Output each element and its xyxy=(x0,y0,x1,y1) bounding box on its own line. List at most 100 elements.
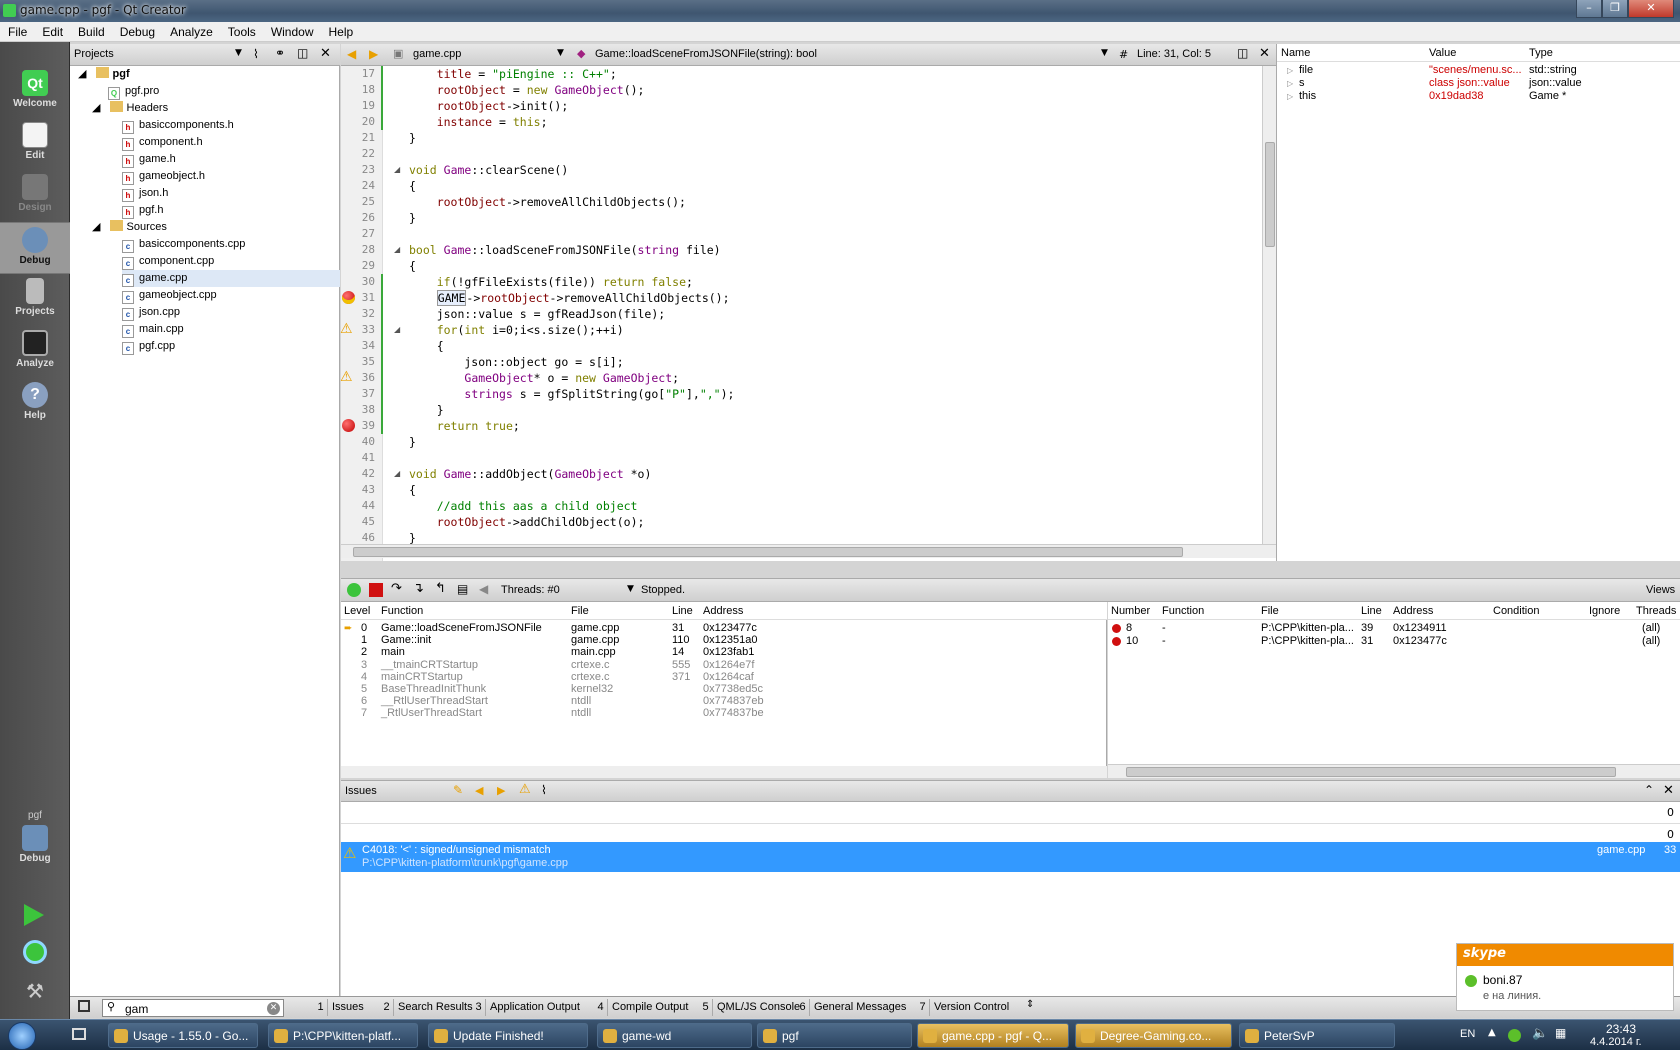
run-button[interactable] xyxy=(24,904,44,926)
code-line[interactable]: } xyxy=(409,130,416,146)
tree-item-source[interactable]: c basiccomponents.cpp xyxy=(122,236,245,253)
col-ignore[interactable]: Ignore xyxy=(1589,602,1620,620)
code-line[interactable]: void Game::addObject(GameObject *o) xyxy=(409,466,651,482)
dropdown-arrow-icon[interactable]: ▼ xyxy=(557,48,564,58)
language-indicator[interactable]: EN xyxy=(1460,1028,1475,1040)
code-line[interactable]: GameObject* o = new GameObject; xyxy=(409,370,679,386)
step-out-icon[interactable]: ↰ xyxy=(435,581,446,596)
stack-frame-row[interactable]: 6 __RtlUserThreadStart ntdll 0x774837eb xyxy=(341,695,1107,708)
code-line[interactable]: } xyxy=(409,402,444,418)
clear-issues-icon[interactable]: ✎ xyxy=(453,783,463,797)
mode-welcome[interactable]: Qt Welcome xyxy=(0,66,70,118)
views-menu[interactable]: Views xyxy=(1646,584,1675,596)
threads-selector[interactable]: Threads: #0 xyxy=(501,584,560,596)
tree-item-header[interactable]: h json.h xyxy=(122,185,168,202)
taskbar-task[interactable]: game.cpp - pgf - Q... xyxy=(917,1023,1069,1048)
local-row[interactable]: ▷ s class json::value json::value xyxy=(1277,77,1680,90)
stack-frame-row[interactable]: 4 mainCRTStartup crtexe.c 371 0x1264caf xyxy=(341,671,1107,684)
code-line[interactable]: rootObject->removeAllChildObjects(); xyxy=(409,194,686,210)
symbol-selector[interactable]: Game::loadSceneFromJSONFile(string): boo… xyxy=(595,48,817,60)
taskbar-task[interactable]: Usage - 1.55.0 - Go... xyxy=(108,1023,258,1048)
projects-view-selector[interactable]: Projects xyxy=(74,48,114,60)
mode-edit[interactable]: Edit xyxy=(0,118,70,170)
mode-design[interactable]: Design xyxy=(0,170,70,222)
horizontal-scrollbar[interactable] xyxy=(1108,764,1680,778)
taskbar-task[interactable]: pgf xyxy=(757,1023,912,1048)
tree-item-header[interactable]: h gameobject.h xyxy=(122,168,205,185)
menu-analyze[interactable]: Analyze xyxy=(162,22,220,39)
cursor-position[interactable]: Line: 31, Col: 5 xyxy=(1137,48,1211,60)
code-line[interactable]: bool Game::loadSceneFromJSONFile(string … xyxy=(409,242,721,258)
fold-marker-icon[interactable]: ◢ xyxy=(394,245,400,254)
col-type[interactable]: Type xyxy=(1529,44,1553,62)
tree-item-source[interactable]: c json.cpp xyxy=(122,304,180,321)
col-line[interactable]: Line xyxy=(672,602,693,620)
code-line[interactable]: { xyxy=(409,338,444,354)
split-editor-icon[interactable]: ◫ xyxy=(1237,46,1248,60)
horizontal-scrollbar[interactable] xyxy=(341,544,1276,558)
close-button[interactable]: ✕ xyxy=(1628,0,1674,18)
expand-arrow-icon[interactable]: ▷ xyxy=(1287,90,1293,103)
scrollbar-thumb[interactable] xyxy=(1126,767,1616,777)
maximize-pane-icon[interactable]: ⌃ xyxy=(1644,783,1654,797)
tray-expand-icon[interactable]: ▲ xyxy=(1488,1027,1496,1038)
code-line[interactable]: rootObject->addChildObject(o); xyxy=(409,514,645,530)
code-line[interactable]: } xyxy=(409,530,416,544)
local-row[interactable]: ▷ this 0x19dad38 Game * xyxy=(1277,90,1680,103)
tree-root-pgf[interactable]: ◢ pgf xyxy=(78,66,130,83)
code-editor[interactable]: 17 18 19 20 21 22 23 24 25 26 27 28 29 30 31 32 33 ⚠ 34 35 3… xyxy=(340,66,1276,561)
code-line[interactable]: json::value s = gfReadJson(file); xyxy=(409,306,666,322)
start-debugging-button[interactable] xyxy=(23,940,47,964)
code-line[interactable]: rootObject->init(); xyxy=(409,98,569,114)
stack-frame-row[interactable]: 5 BaseThreadInitThunk kernel32 0x7738ed5c xyxy=(341,683,1107,696)
output-tab-compile-output[interactable]: 4 Compile Output xyxy=(594,999,688,1017)
tree-item-source[interactable]: c pgf.cpp xyxy=(122,338,175,355)
output-tab-search-results[interactable]: 2 Search Results xyxy=(380,999,473,1017)
col-file[interactable]: File xyxy=(571,602,589,620)
split-pane-icon[interactable]: ◫ xyxy=(297,46,308,60)
taskbar-task[interactable]: PeterSvP xyxy=(1239,1023,1395,1048)
volume-icon[interactable]: 🔈 xyxy=(1532,1026,1548,1041)
tree-item-header[interactable]: h component.h xyxy=(122,134,203,151)
fold-marker-icon[interactable]: ◢ xyxy=(394,165,400,174)
mode-debug[interactable]: Debug xyxy=(0,222,70,274)
step-over-icon[interactable]: ↷ xyxy=(391,581,402,596)
reverse-icon[interactable]: ◀ xyxy=(479,582,488,596)
filter-icon[interactable]: ⌇ xyxy=(253,47,259,61)
start-button[interactable] xyxy=(8,1022,36,1050)
code-line[interactable]: { xyxy=(409,258,416,274)
taskbar-task[interactable]: game-wd xyxy=(597,1023,752,1048)
menu-edit[interactable]: Edit xyxy=(34,22,70,39)
horizontal-scrollbar[interactable] xyxy=(341,766,1107,778)
skype-tray-icon[interactable] xyxy=(1508,1029,1521,1042)
col-file[interactable]: File xyxy=(1261,602,1279,620)
stack-frame-row[interactable]: 2 main main.cpp 14 0x123fab1 xyxy=(341,646,1107,659)
local-row[interactable]: ▷ file "scenes/menu.sc... std::string xyxy=(1277,64,1680,77)
col-name[interactable]: Name xyxy=(1281,44,1310,62)
network-icon[interactable]: ▦ xyxy=(1555,1026,1566,1040)
code-line[interactable]: instance = this; xyxy=(409,114,548,130)
breakpoint-row[interactable]: 10 - P:\CPP\kitten-pla... 31 0x123477c (… xyxy=(1108,635,1680,648)
locator-field[interactable]: ⚲ gam ✕ xyxy=(102,999,284,1017)
stop-icon[interactable] xyxy=(369,583,383,597)
code-line[interactable]: { xyxy=(409,482,416,498)
continue-icon[interactable] xyxy=(347,583,361,597)
scrollbar-thumb[interactable] xyxy=(1265,142,1275,247)
clear-search-icon[interactable]: ✕ xyxy=(267,1002,280,1015)
code-area[interactable]: title = "piEngine :: C++"; rootObject = … xyxy=(341,66,1259,544)
taskbar-task[interactable]: Degree-Gaming.co... xyxy=(1075,1023,1232,1048)
col-number[interactable]: Number xyxy=(1111,602,1150,620)
code-line[interactable]: if(!gfFileExists(file)) return false; xyxy=(409,274,693,290)
close-pane-icon[interactable]: ✕ xyxy=(1663,783,1674,798)
mode-analyze[interactable]: Analyze xyxy=(0,326,70,378)
code-line[interactable]: void Game::clearScene() xyxy=(409,162,568,178)
output-tab-version-control[interactable]: 7 Version Control xyxy=(916,999,1009,1017)
prev-issue-icon[interactable]: ◀ xyxy=(475,784,483,797)
output-tab-application-output[interactable]: 3 Application Output xyxy=(472,999,580,1017)
dropdown-arrow-icon[interactable]: ▼ xyxy=(1101,48,1108,58)
menu-file[interactable]: File xyxy=(0,22,34,39)
col-level[interactable]: Level xyxy=(344,602,370,620)
col-threads[interactable]: Threads xyxy=(1636,602,1676,620)
stack-frame-row[interactable]: 7 _RtlUserThreadStart ntdll 0x774837be xyxy=(341,707,1107,720)
col-line[interactable]: Line xyxy=(1361,602,1382,620)
